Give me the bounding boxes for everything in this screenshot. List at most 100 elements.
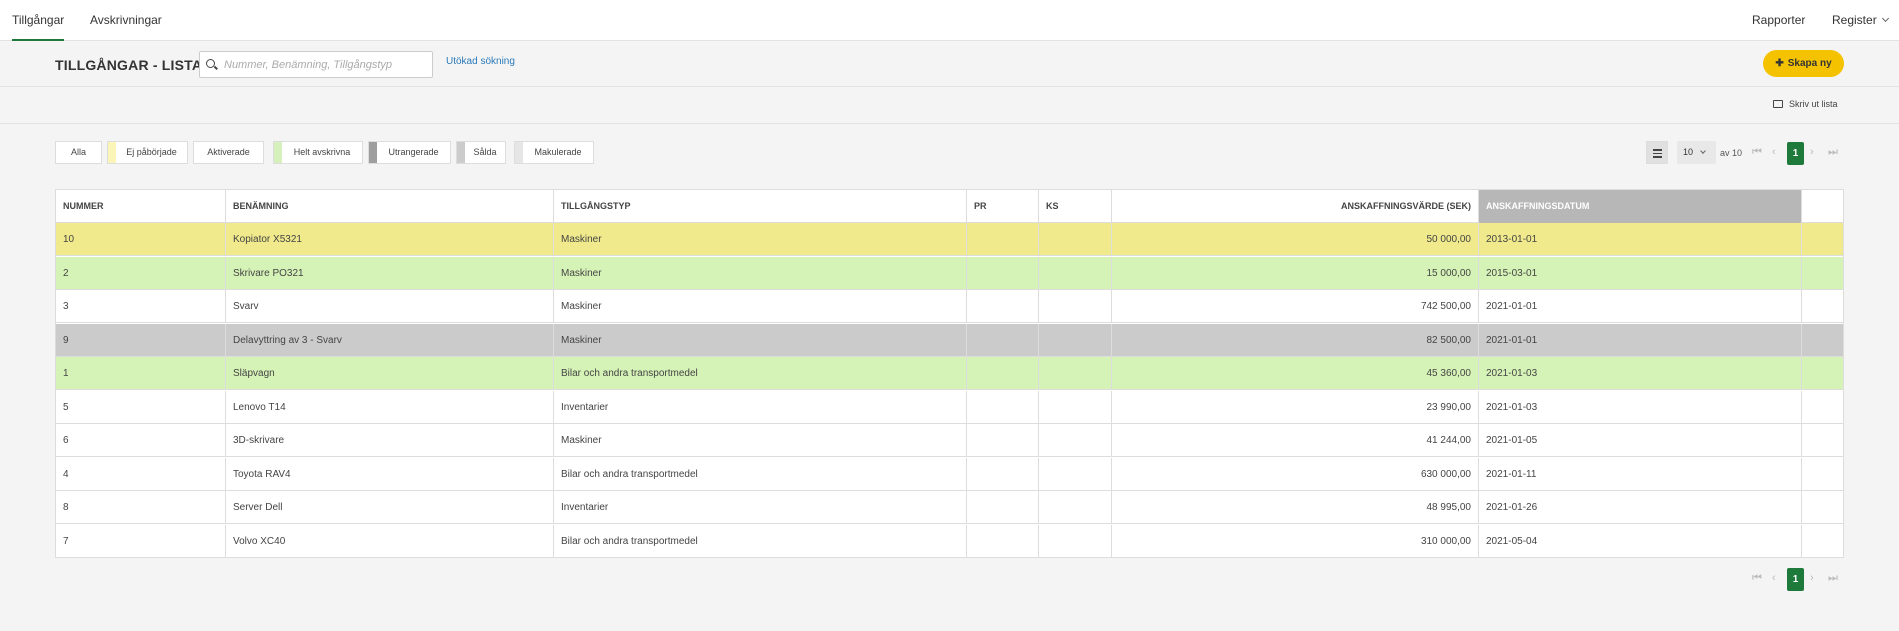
filter-label: Sålda xyxy=(473,147,497,157)
table-row[interactable]: 2 Skrivare PO321 Maskiner 15 000,00 2015-03-… xyxy=(56,256,1843,290)
cell-anskaffningsdatum: 2021-01-01 xyxy=(1479,323,1802,357)
cell-benamning: Skrivare PO321 xyxy=(226,256,554,290)
table-row[interactable]: 9 Delavyttring av 3 - Svarv Maskiner 82 500… xyxy=(56,323,1843,357)
cell-benamning: Delavyttring av 3 - Svarv xyxy=(226,323,554,357)
cell-pr xyxy=(967,323,1039,357)
cell-pr xyxy=(967,256,1039,290)
filter-ej-paborjade[interactable]: Ej påbörjade xyxy=(107,141,188,164)
cell-nummer: 7 xyxy=(56,524,226,558)
tab-tillgangar[interactable]: Tillgångar xyxy=(12,0,65,41)
first-page-icon[interactable]: ⏮ xyxy=(1752,567,1762,590)
col-tillgangstyp[interactable]: TILLGÅNGSTYP xyxy=(554,190,967,223)
last-page-icon[interactable]: ⏭ xyxy=(1828,567,1838,590)
cell-pr xyxy=(967,524,1039,558)
cell-nummer: 10 xyxy=(56,223,226,256)
cell-anskaffningsvarde: 45 360,00 xyxy=(1112,357,1479,390)
col-ks[interactable]: KS xyxy=(1039,190,1112,223)
filter-label: Makulerade xyxy=(534,147,582,157)
col-actions xyxy=(1802,190,1843,223)
per-page-value: 10 xyxy=(1683,147,1694,157)
table-row[interactable]: 10 Kopiator X5321 Maskiner 50 000,00 2013-01… xyxy=(56,223,1843,256)
filter-label: Aktiverade xyxy=(207,147,250,157)
cell-benamning: Volvo XC40 xyxy=(226,524,554,558)
page-title: TILLGÅNGAR - LISTA xyxy=(55,57,203,73)
cell-nummer: 1 xyxy=(56,357,226,390)
cell-tillgangstyp: Bilar och andra transportmedel xyxy=(554,357,967,390)
table-row[interactable]: 6 3D-skrivare Maskiner 41 244,00 2021-01-05 xyxy=(56,424,1843,457)
cell-tillgangstyp: Bilar och andra transportmedel xyxy=(554,457,967,491)
per-page-select[interactable]: 10 xyxy=(1677,141,1716,164)
search-input[interactable] xyxy=(224,56,424,74)
chevron-down-icon xyxy=(1881,14,1889,23)
register-menu[interactable]: Register xyxy=(1832,0,1889,41)
cell-tillgangstyp: Inventarier xyxy=(554,390,967,424)
advanced-search-link[interactable]: Utökad sökning xyxy=(446,56,515,67)
cell-nummer: 4 xyxy=(56,457,226,491)
cell-actions xyxy=(1802,458,1843,491)
col-benamning[interactable]: BENÄMNING xyxy=(226,190,554,223)
cell-anskaffningsvarde: 742 500,00 xyxy=(1112,290,1479,323)
list-view-button[interactable] xyxy=(1646,141,1668,164)
next-page-icon[interactable]: › xyxy=(1810,567,1814,590)
cell-actions xyxy=(1802,324,1843,357)
cell-benamning: Kopiator X5321 xyxy=(226,223,554,256)
prev-page-icon[interactable]: ‹ xyxy=(1772,141,1776,164)
filter-label: Helt avskrivna xyxy=(293,147,351,157)
col-anskaffningsdatum[interactable]: ANSKAFFNINGSDATUM xyxy=(1479,190,1802,223)
cell-pr xyxy=(967,223,1039,256)
table-row[interactable]: 4 Toyota RAV4 Bilar och andra transportmed… xyxy=(56,457,1843,491)
cell-nummer: 2 xyxy=(56,256,226,290)
table-row[interactable]: 1 Släpvagn Bilar och andra transportmedel 4… xyxy=(56,357,1843,390)
col-nummer[interactable]: NUMMER xyxy=(56,190,226,223)
register-label: Register xyxy=(1832,13,1877,27)
cell-ks xyxy=(1039,390,1112,424)
first-page-icon[interactable]: ⏮ xyxy=(1752,141,1762,164)
create-new-button[interactable]: ✚ Skapa ny xyxy=(1763,50,1844,77)
cell-anskaffningsdatum: 2021-05-04 xyxy=(1479,524,1802,558)
tab-avskrivningar[interactable]: Avskrivningar xyxy=(90,0,162,41)
cell-ks xyxy=(1039,491,1112,524)
next-page-icon[interactable]: › xyxy=(1810,141,1814,164)
cell-benamning: Lenovo T14 xyxy=(226,390,554,424)
cell-tillgangstyp: Maskiner xyxy=(554,424,967,457)
filter-helt-avskrivna[interactable]: Helt avskrivna xyxy=(273,141,363,164)
search-box[interactable] xyxy=(199,51,433,78)
filter-aktiverade[interactable]: Aktiverade xyxy=(193,141,264,164)
top-nav: Tillgångar Avskrivningar Rapporter Regis… xyxy=(0,0,1899,41)
table-row[interactable]: 5 Lenovo T14 Inventarier 23 990,00 2021-01-0… xyxy=(56,390,1843,424)
printer-icon xyxy=(1773,100,1783,108)
print-list-label: Skriv ut lista xyxy=(1789,99,1838,109)
cell-anskaffningsdatum: 2021-01-03 xyxy=(1479,390,1802,424)
search-icon xyxy=(206,59,215,68)
filter-label: Utrangerade xyxy=(388,147,439,157)
cell-anskaffningsvarde: 23 990,00 xyxy=(1112,390,1479,424)
cell-actions xyxy=(1802,257,1843,290)
col-pr[interactable]: PR xyxy=(967,190,1039,223)
cell-pr xyxy=(967,491,1039,524)
page-1-button[interactable]: 1 xyxy=(1787,568,1804,591)
cell-tillgangstyp: Maskiner xyxy=(554,223,967,256)
cell-actions xyxy=(1802,525,1843,558)
col-anskaffningsvarde[interactable]: ANSKAFFNINGSVÄRDE (SEK) xyxy=(1112,190,1479,223)
cell-anskaffningsvarde: 15 000,00 xyxy=(1112,256,1479,290)
prev-page-icon[interactable]: ‹ xyxy=(1772,567,1776,590)
last-page-icon[interactable]: ⏭ xyxy=(1828,141,1838,164)
cell-nummer: 6 xyxy=(56,424,226,457)
filter-utrangerade[interactable]: Utrangerade xyxy=(368,141,451,164)
cell-anskaffningsvarde: 310 000,00 xyxy=(1112,524,1479,558)
table-row[interactable]: 7 Volvo XC40 Bilar och andra transportmede… xyxy=(56,524,1843,558)
filter-alla[interactable]: Alla xyxy=(55,141,102,164)
cell-nummer: 9 xyxy=(56,323,226,357)
status-swatch xyxy=(108,142,116,163)
cell-pr xyxy=(967,390,1039,424)
table-row[interactable]: 3 Svarv Maskiner 742 500,00 2021-01-01 xyxy=(56,290,1843,323)
cell-tillgangstyp: Inventarier xyxy=(554,491,967,524)
filter-salda[interactable]: Sålda xyxy=(456,141,506,164)
filter-label: Alla xyxy=(70,147,86,157)
filter-makulerade[interactable]: Makulerade xyxy=(514,141,594,164)
cell-nummer: 5 xyxy=(56,390,226,424)
rapporter-menu[interactable]: Rapporter xyxy=(1752,0,1805,41)
page-1-button[interactable]: 1 xyxy=(1787,142,1804,165)
table-row[interactable]: 8 Server Dell Inventarier 48 995,00 2021-01-… xyxy=(56,491,1843,524)
print-list-button[interactable]: Skriv ut lista xyxy=(1773,99,1838,109)
